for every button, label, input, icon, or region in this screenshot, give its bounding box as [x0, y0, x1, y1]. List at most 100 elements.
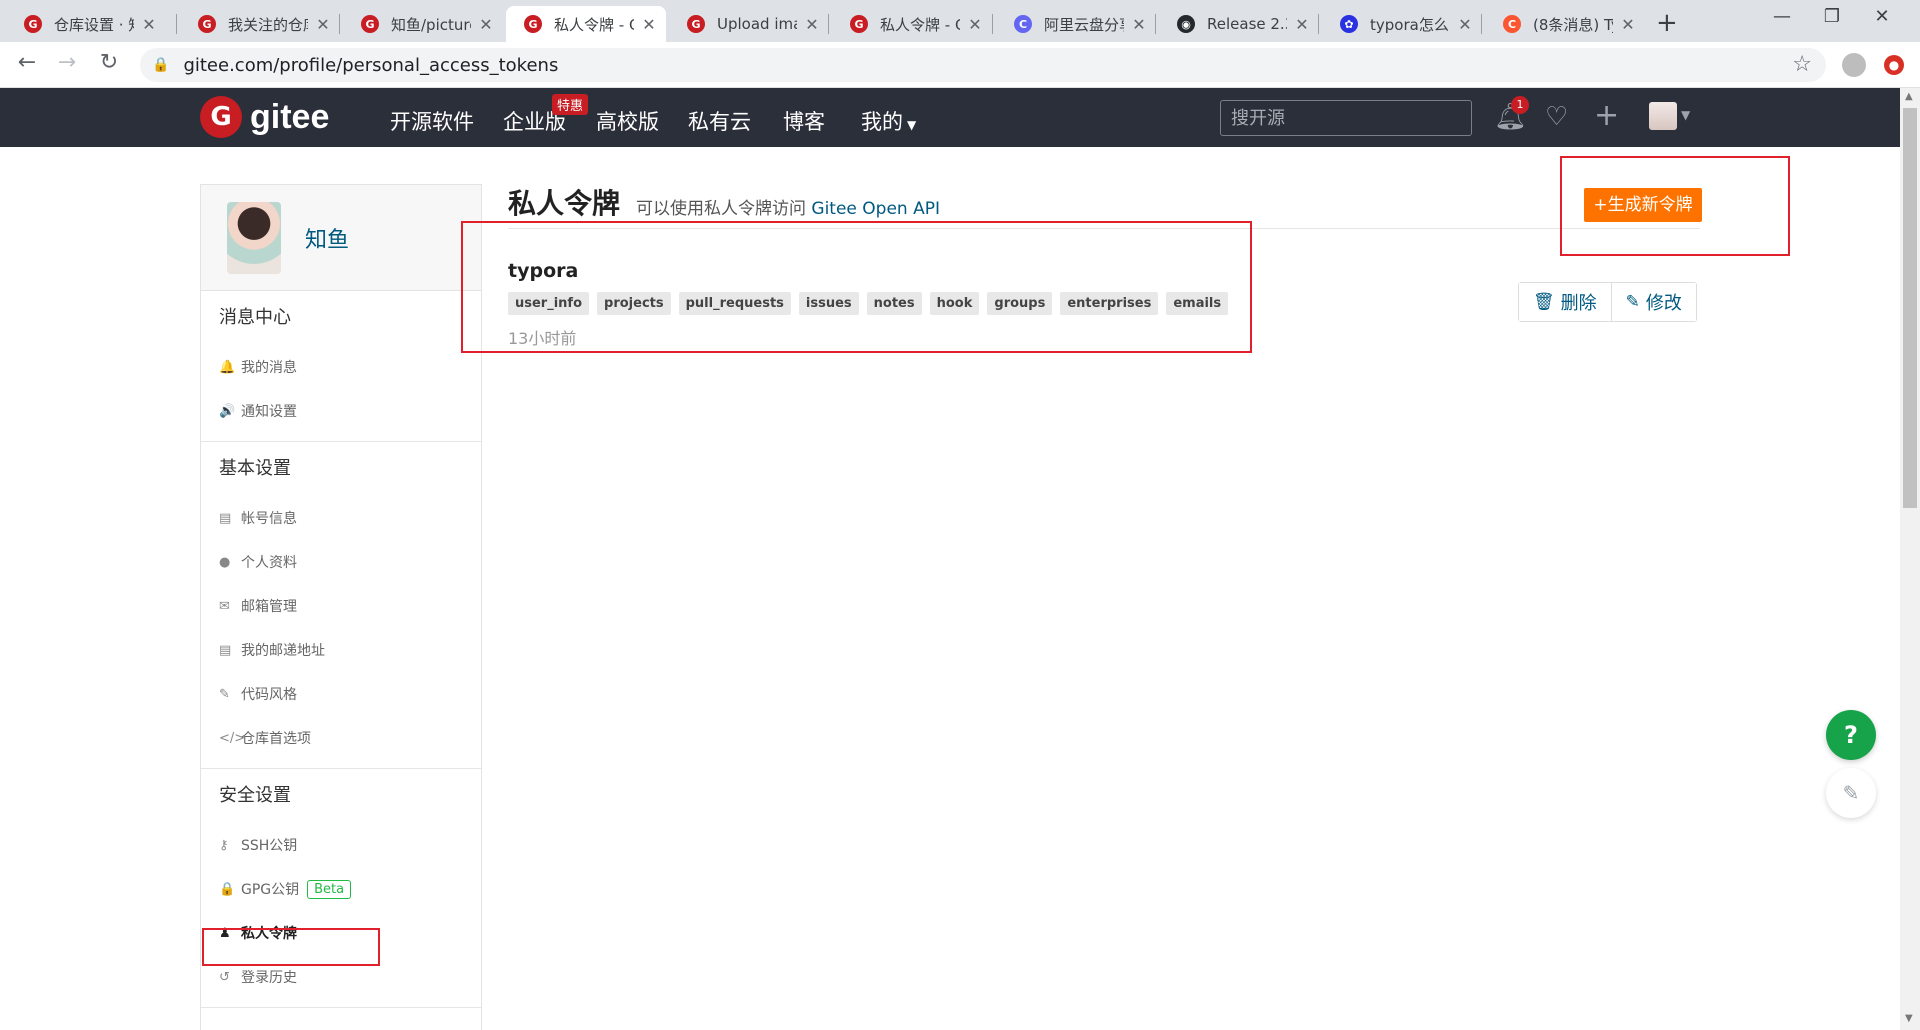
sidebar-item-label: 我的邮递地址 [241, 643, 325, 659]
tab-close-icon[interactable]: ✕ [966, 15, 984, 34]
token-actions: 🗑︎ 删除 ✎ 修改 [1518, 282, 1697, 322]
tab-title: 阿里云盘分享 [1044, 15, 1124, 34]
user-icon: ● [219, 554, 231, 570]
browser-profile-icon[interactable] [1842, 53, 1866, 77]
caret-down-icon: ▼ [907, 118, 917, 132]
delete-token-button[interactable]: 🗑︎ 删除 [1519, 283, 1611, 321]
tab-close-icon[interactable]: ✕ [314, 15, 332, 34]
sidebar-item[interactable]: ⚷ SSH公钥 [201, 823, 481, 867]
sidebar-item[interactable]: </> 仓库首选项 [201, 716, 481, 760]
browser-tabstrip: G 仓库设置 · 知 ✕ G 我关注的仓库 ✕ G 知鱼/picture ✕ G 私人令牌 - G ✕… [0, 0, 1920, 42]
tab-favicon-icon: G [524, 15, 542, 33]
maximize-icon[interactable]: ❐ [1812, 6, 1852, 27]
site-header: G gitee 开源软件 企业版 特惠 高校版 私有云 博客 我的▼ 🔔︎ 1 … [0, 88, 1900, 147]
reload-icon[interactable]: ↻ [94, 50, 124, 75]
address-bar[interactable]: 🔒 gitee.com/profile/personal_access_toke… [140, 48, 1826, 82]
browser-tab[interactable]: G Upload ima ✕ [669, 6, 829, 42]
sidebar-item[interactable]: ▤ 我的邮递地址 [201, 628, 481, 672]
scrollbar-thumb[interactable] [1903, 108, 1917, 508]
sidebar-item-label: 帐号信息 [241, 511, 297, 527]
scroll-up-icon[interactable]: ▲ [1905, 91, 1913, 102]
browser-tab[interactable]: G 仓库设置 · 知 ✕ [6, 6, 166, 42]
open-api-link[interactable]: Gitee Open API [811, 199, 940, 219]
browser-tab[interactable]: C (8条消息) Ty ✕ [1485, 6, 1645, 42]
tab-close-icon[interactable]: ✕ [803, 15, 821, 34]
browser-tab[interactable]: G 知鱼/picture ✕ [343, 6, 503, 42]
subtitle-text: 可以使用私人令牌访问 [636, 199, 812, 219]
browser-tab[interactable]: ✿ typora怎么 ✕ [1322, 6, 1482, 42]
tab-title: 私人令牌 - G [554, 15, 634, 34]
nav-blog[interactable]: 博客 [783, 106, 825, 136]
tab-favicon-icon: G [361, 15, 379, 33]
help-button[interactable]: ? [1826, 710, 1876, 760]
annotation-box-token [461, 221, 1252, 353]
sidebar-item[interactable]: ✎ 代码风格 [201, 672, 481, 716]
tab-close-icon[interactable]: ✕ [140, 15, 158, 34]
sidebar-section-title: 消息中心 [219, 307, 291, 328]
browser-tab[interactable]: C 阿里云盘分享 ✕ [996, 6, 1156, 42]
close-window-icon[interactable]: ✕ [1862, 6, 1902, 27]
mail-icon: ✉ [219, 598, 230, 614]
tab-close-icon[interactable]: ✕ [477, 15, 495, 34]
gitee-logo-icon: G [200, 96, 242, 138]
browser-tab[interactable]: G 私人令牌 - G ✕ [832, 6, 992, 42]
plus-icon[interactable]: + [1594, 98, 1619, 133]
edit-token-button[interactable]: ✎ 修改 [1610, 283, 1696, 321]
browser-tab[interactable]: ◉ Release 2.3 ✕ [1159, 6, 1319, 42]
key-icon: ⚷ [219, 837, 229, 853]
tab-favicon-icon: G [687, 15, 705, 33]
extension-icon[interactable]: ● [1884, 55, 1904, 75]
feedback-icon[interactable]: ✎ [1826, 768, 1876, 818]
sidebar-item-label: 通知设置 [241, 404, 297, 420]
sidebar-item[interactable]: 🔊 通知设置 [201, 389, 481, 433]
nav-open-source[interactable]: 开源软件 [390, 106, 474, 136]
browser-tab[interactable]: G 我关注的仓库 ✕ [180, 6, 340, 42]
tab-title: (8条消息) Ty [1533, 15, 1613, 34]
sidebar-item-label: 登录历史 [241, 970, 297, 986]
tab-title: 私人令牌 - G [880, 15, 960, 34]
username[interactable]: 知鱼 [305, 222, 349, 254]
sidebar-item-label: SSH公钥 [241, 838, 298, 854]
sidebar-section-title: 基本设置 [219, 458, 291, 479]
sidebar-item[interactable]: 🔔 我的消息 [201, 345, 481, 389]
sidebar-item[interactable]: ● 个人资料 [201, 540, 481, 584]
caret-down-icon[interactable]: ▼ [1681, 108, 1690, 122]
notification-count-badge: 1 [1511, 96, 1529, 114]
browser-tab[interactable]: G 私人令牌 - G ✕ [506, 6, 666, 42]
beta-badge: Beta [307, 879, 352, 899]
page-scrollbar[interactable]: ▲ ▼ [1900, 88, 1920, 1030]
bookmark-star-icon[interactable]: ☆ [1792, 52, 1812, 77]
search-input[interactable] [1220, 100, 1472, 136]
sidebar-item[interactable]: ▤ 帐号信息 [201, 496, 481, 540]
delete-label: 删除 [1560, 293, 1597, 314]
tab-close-icon[interactable]: ✕ [1619, 15, 1637, 34]
sidebar-item[interactable]: ✉ 邮箱管理 [201, 584, 481, 628]
sidebar-item-label: 个人资料 [241, 555, 297, 571]
tab-title: Release 2.3 [1207, 15, 1287, 33]
nav-private-cloud[interactable]: 私有云 [688, 106, 751, 136]
tab-favicon-icon: G [24, 15, 42, 33]
tab-separator [1481, 14, 1482, 34]
avatar[interactable] [1649, 102, 1677, 130]
annotation-box-sidebar-token [202, 928, 380, 966]
back-icon[interactable]: ← [12, 50, 42, 75]
lightbulb-icon[interactable]: ♡ [1545, 102, 1568, 132]
nav-mine[interactable]: 我的 ▼ [861, 106, 916, 136]
tab-close-icon[interactable]: ✕ [1293, 15, 1311, 34]
volume-icon: 🔊 [219, 403, 236, 419]
url-text[interactable]: gitee.com/profile/personal_access_tokens [183, 55, 558, 76]
tab-close-icon[interactable]: ✕ [1130, 15, 1148, 34]
forward-icon[interactable]: → [52, 50, 82, 75]
sidebar-item-label: 代码风格 [241, 687, 297, 703]
tab-close-icon[interactable]: ✕ [1456, 15, 1474, 34]
gitee-logo[interactable]: G gitee [200, 96, 329, 138]
edit-icon: ✎ [1625, 292, 1640, 312]
minimize-icon[interactable]: — [1762, 6, 1802, 27]
tab-close-icon[interactable]: ✕ [640, 15, 658, 34]
user-avatar[interactable] [227, 201, 281, 274]
new-tab-icon[interactable]: + [1656, 8, 1678, 38]
nav-education[interactable]: 高校版 [596, 106, 659, 136]
scroll-down-icon[interactable]: ▼ [1905, 1013, 1913, 1024]
sidebar-item[interactable]: 🔒 GPG公钥 Beta [201, 867, 481, 911]
tab-favicon-icon: G [198, 15, 216, 33]
